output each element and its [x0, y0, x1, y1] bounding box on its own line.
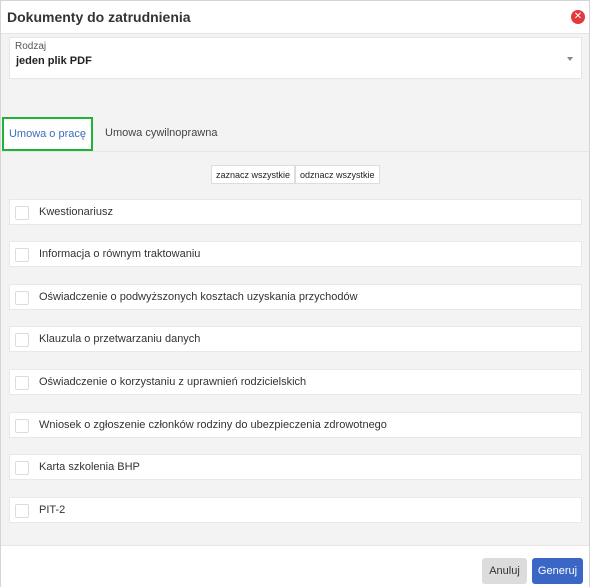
type-select-label: Rodzaj: [15, 41, 47, 52]
checkbox[interactable]: [15, 291, 29, 305]
select-all-button[interactable]: zaznacz wszystkie: [211, 165, 296, 184]
document-label: Karta szkolenia BHP: [39, 461, 140, 473]
checkbox[interactable]: [15, 376, 29, 390]
document-label: Kwestionariusz: [39, 206, 113, 218]
close-icon[interactable]: ✕: [571, 10, 585, 24]
document-item[interactable]: Oświadczenie o podwyższonych kosztach uz…: [9, 284, 582, 310]
document-item[interactable]: Wniosek o zgłoszenie członków rodziny do…: [9, 412, 582, 438]
checkbox[interactable]: [15, 248, 29, 262]
cancel-button[interactable]: Anuluj: [482, 558, 527, 584]
document-label: Wniosek o zgłoszenie członków rodziny do…: [39, 419, 387, 431]
document-item[interactable]: Karta szkolenia BHP: [9, 454, 582, 480]
dialog-header: Dokumenty do zatrudnienia ✕: [1, 1, 589, 34]
checkbox[interactable]: [15, 206, 29, 220]
document-item[interactable]: Oświadczenie o korzystaniu z uprawnień r…: [9, 369, 582, 395]
generate-button[interactable]: Generuj: [532, 558, 583, 584]
document-label: Klauzula o przetwarzaniu danych: [39, 333, 201, 345]
document-label: PIT-2: [39, 504, 66, 516]
checkbox[interactable]: [15, 461, 29, 475]
dialog-footer: Anuluj Generuj: [1, 545, 589, 587]
document-item[interactable]: PIT-2: [9, 497, 582, 523]
tab-umowa-o-prace[interactable]: Umowa o pracę: [2, 117, 93, 151]
tab-umowa-cywilnoprawna[interactable]: Umowa cywilnoprawna: [105, 117, 218, 151]
deselect-all-button[interactable]: odznacz wszystkie: [295, 165, 380, 184]
type-select[interactable]: Rodzaj jeden plik PDF: [9, 37, 582, 79]
document-label: Oświadczenie o podwyższonych kosztach uz…: [39, 291, 358, 303]
tab-bar: Umowa o pracę Umowa cywilnoprawna: [1, 117, 589, 151]
checkbox[interactable]: [15, 333, 29, 347]
dialog-title: Dokumenty do zatrudnienia: [7, 9, 191, 25]
document-label: Oświadczenie o korzystaniu z uprawnień r…: [39, 376, 307, 388]
dialog: Dokumenty do zatrudnienia ✕ Rodzaj jeden…: [0, 0, 590, 587]
checkbox[interactable]: [15, 419, 29, 433]
document-item[interactable]: Informacja o równym traktowaniu: [9, 241, 582, 267]
document-item[interactable]: Klauzula o przetwarzaniu danych: [9, 326, 582, 352]
document-label: Informacja o równym traktowaniu: [39, 248, 201, 260]
chevron-down-icon[interactable]: [567, 57, 573, 61]
document-item[interactable]: Kwestionariusz: [9, 199, 582, 225]
type-select-value: jeden plik PDF: [16, 55, 92, 67]
checkbox[interactable]: [15, 504, 29, 518]
selection-buttons: zaznacz wszystkie odznacz wszystkie: [211, 165, 380, 184]
